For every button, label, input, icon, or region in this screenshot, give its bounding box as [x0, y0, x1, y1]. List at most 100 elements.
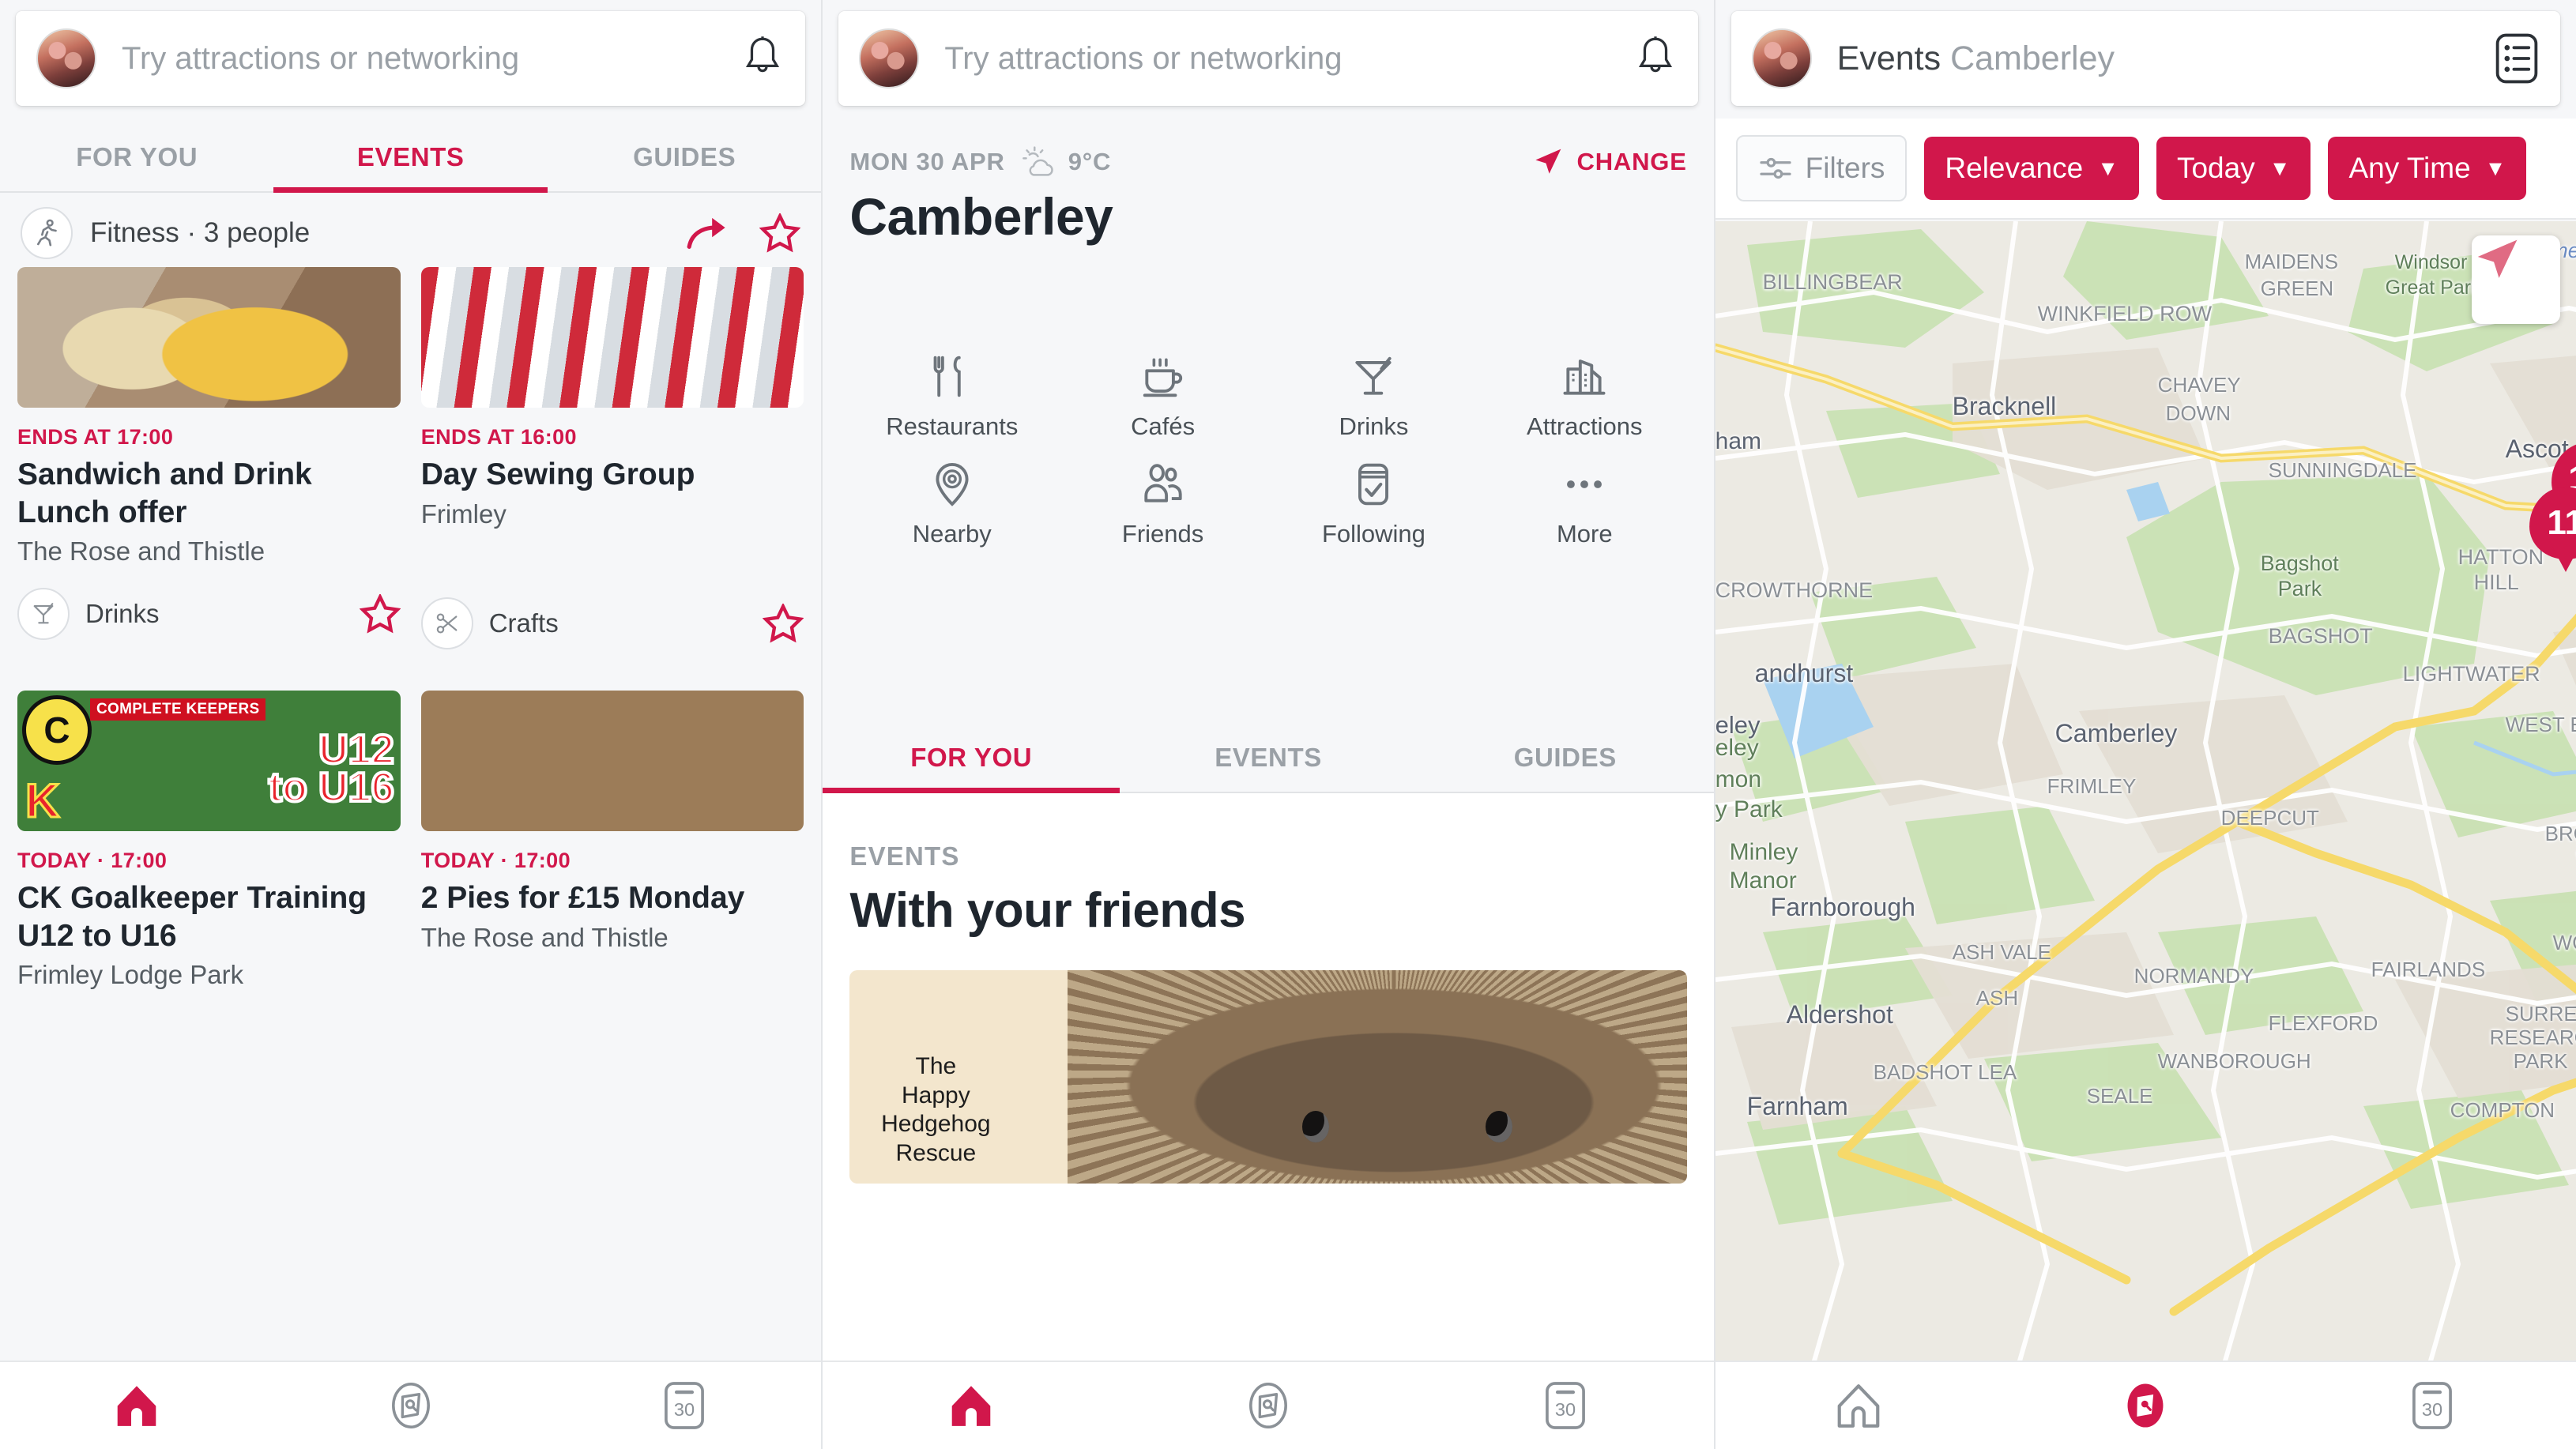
map-label: Aldershot	[1786, 1000, 1893, 1029]
nav-calendar[interactable]: 30	[1417, 1379, 1714, 1432]
nav-calendar[interactable]: 30	[548, 1379, 821, 1432]
cutlery-icon	[933, 356, 961, 397]
event-title: CK Goalkeeper Training U12 to U16	[17, 881, 367, 953]
tab-for-you[interactable]: FOR YOU	[823, 724, 1120, 793]
locate-me-button[interactable]	[2472, 235, 2560, 324]
time-any-dropdown[interactable]: Any Time ▼	[2328, 137, 2527, 200]
event-venue: Frimley	[420, 499, 507, 529]
category-label: Following	[1321, 520, 1425, 548]
explore-map-icon	[391, 1383, 430, 1428]
bottom-nav: 30	[823, 1361, 1714, 1449]
search-bar[interactable]: Try attractions or networking	[838, 11, 1698, 106]
category-cafes[interactable]: Cafés	[1057, 352, 1268, 441]
chevron-down-icon: ▼	[2269, 156, 2291, 180]
search-input[interactable]: Try attractions or networking	[122, 41, 740, 77]
map-label: Farnham	[1746, 1092, 1848, 1120]
date-today-dropdown[interactable]: Today ▼	[2156, 137, 2311, 200]
category-attractions[interactable]: Attractions	[1479, 352, 1690, 441]
user-avatar[interactable]	[36, 28, 96, 88]
cocktail-icon	[17, 587, 70, 640]
map-label: andhurst	[1754, 659, 1854, 687]
tab-guides[interactable]: GUIDES	[548, 123, 821, 191]
calendar-30-icon: 30	[665, 1382, 705, 1429]
map-label: BILLINGBEAR	[1762, 270, 1903, 294]
user-avatar[interactable]	[1751, 28, 1812, 88]
event-card[interactable]: ENDS AT 16:00 Day Sewing Group Frimley C…	[420, 267, 804, 650]
event-card-grid-row-2: C COMPLETE KEEPERS U12 to U16 K TODAY · 1…	[0, 691, 821, 991]
event-image: C COMPLETE KEEPERS U12 to U16 K	[17, 691, 401, 832]
nav-home[interactable]	[823, 1381, 1120, 1430]
event-card[interactable]: ENDS AT 17:00 Sandwich and Drink Lunch o…	[17, 267, 401, 649]
bell-icon[interactable]	[1633, 34, 1678, 83]
map-label: RESEARCH	[2489, 1026, 2576, 1049]
sort-relevance-dropdown[interactable]: Relevance ▼	[1924, 137, 2139, 200]
category-following[interactable]: Following	[1268, 460, 1479, 548]
nav-explore[interactable]	[2002, 1379, 2289, 1432]
star-icon[interactable]	[359, 593, 401, 634]
map-label: ASH	[1975, 986, 2019, 1010]
featured-event-card[interactable]: The Happy Hedgehog Rescue	[849, 970, 1687, 1184]
category-more[interactable]: More	[1479, 460, 1690, 548]
buildings-icon	[1563, 359, 1606, 395]
chevron-down-icon: ▼	[2484, 156, 2506, 180]
tab-events[interactable]: EVENTS	[273, 123, 548, 193]
nav-calendar[interactable]: 30	[2289, 1379, 2576, 1432]
change-location-button[interactable]: CHANGE	[1531, 146, 1687, 178]
nav-explore[interactable]	[1120, 1381, 1417, 1430]
map-label: FAIRLANDS	[2371, 958, 2486, 981]
tab-for-you[interactable]: FOR YOU	[0, 123, 273, 191]
city-tabs: FOR YOU EVENTS GUIDES	[823, 724, 1714, 793]
user-avatar[interactable]	[859, 28, 920, 88]
map-label: Minley	[1729, 839, 1798, 865]
nav-home[interactable]	[0, 1381, 273, 1430]
search-input[interactable]: Try attractions or networking	[944, 41, 1633, 77]
panel-city-home: Try attractions or networking MON 30 APR…	[821, 0, 1715, 1449]
category-friends[interactable]: Friends	[1057, 460, 1268, 548]
list-view-icon[interactable]	[2494, 32, 2540, 85]
star-icon[interactable]	[763, 604, 804, 643]
tab-guides[interactable]: GUIDES	[1417, 724, 1714, 792]
event-category-label: Crafts	[488, 608, 559, 638]
category-nearby[interactable]: Nearby	[846, 460, 1057, 548]
map-label: BAGSHOT	[2268, 624, 2373, 648]
city-name: Camberley	[849, 187, 1113, 246]
filters-button[interactable]: Filters	[1735, 135, 1908, 201]
fitness-activity-row[interactable]: Fitness · 3 people	[0, 193, 821, 267]
hedgehog-eye-right	[1485, 1111, 1512, 1143]
category-label: Restaurants	[886, 412, 1019, 440]
category-drinks[interactable]: Drinks	[1268, 352, 1479, 441]
map-label: NORMANDY	[2133, 964, 2254, 988]
category-label: Nearby	[912, 520, 992, 548]
bottom-nav: 30	[0, 1361, 822, 1449]
temperature: 9°C	[1068, 148, 1112, 175]
event-card[interactable]: C COMPLETE KEEPERS U12 to U16 K TODAY · 1…	[17, 691, 401, 991]
map-label: SEALE	[2086, 1084, 2153, 1108]
cocktail-icon	[1355, 356, 1392, 395]
for-you-content: EVENTS With your friends The Happy Hedgeho…	[823, 792, 1714, 1362]
poster-badge: C	[22, 695, 92, 766]
date-weather-row: MON 30 APR 9°C CHANGE	[849, 145, 1686, 179]
event-card[interactable]: TODAY · 17:00 2 Pies for £15 Monday The …	[420, 691, 804, 991]
event-time: ENDS AT 17:00	[17, 425, 174, 449]
sliders-icon	[1760, 157, 1791, 179]
map-label: SUNNINGDALE	[2268, 458, 2417, 482]
bell-icon[interactable]	[740, 34, 785, 83]
tab-events[interactable]: EVENTS	[1120, 724, 1417, 792]
star-icon[interactable]	[759, 213, 801, 253]
map-label: HILL	[2473, 570, 2519, 594]
category-grid: Restaurants Cafés Drinks Attractions Nea…	[823, 332, 1713, 567]
map-label: WORPLESDON	[2552, 931, 2576, 954]
event-time: TODAY · 17:00	[17, 849, 168, 873]
map-label: Bagshot	[2260, 551, 2339, 575]
nav-explore[interactable]	[273, 1381, 547, 1430]
section-title: With your friends	[849, 883, 1246, 938]
map-count-marker[interactable]: 11	[2529, 487, 2576, 559]
nav-home[interactable]	[1715, 1381, 2002, 1430]
poster-age-range: U12 to U16	[267, 727, 396, 811]
category-restaurants[interactable]: Restaurants	[846, 352, 1057, 441]
explore-map-icon	[2127, 1383, 2164, 1428]
events-map[interactable]: ThamesMAIDENSGREENWindsorGreat ParkBILLI…	[1715, 221, 2576, 1362]
calendar-30-icon: 30	[1545, 1382, 1585, 1429]
share-icon[interactable]	[685, 213, 731, 254]
search-bar[interactable]: Try attractions or networking	[16, 11, 806, 106]
